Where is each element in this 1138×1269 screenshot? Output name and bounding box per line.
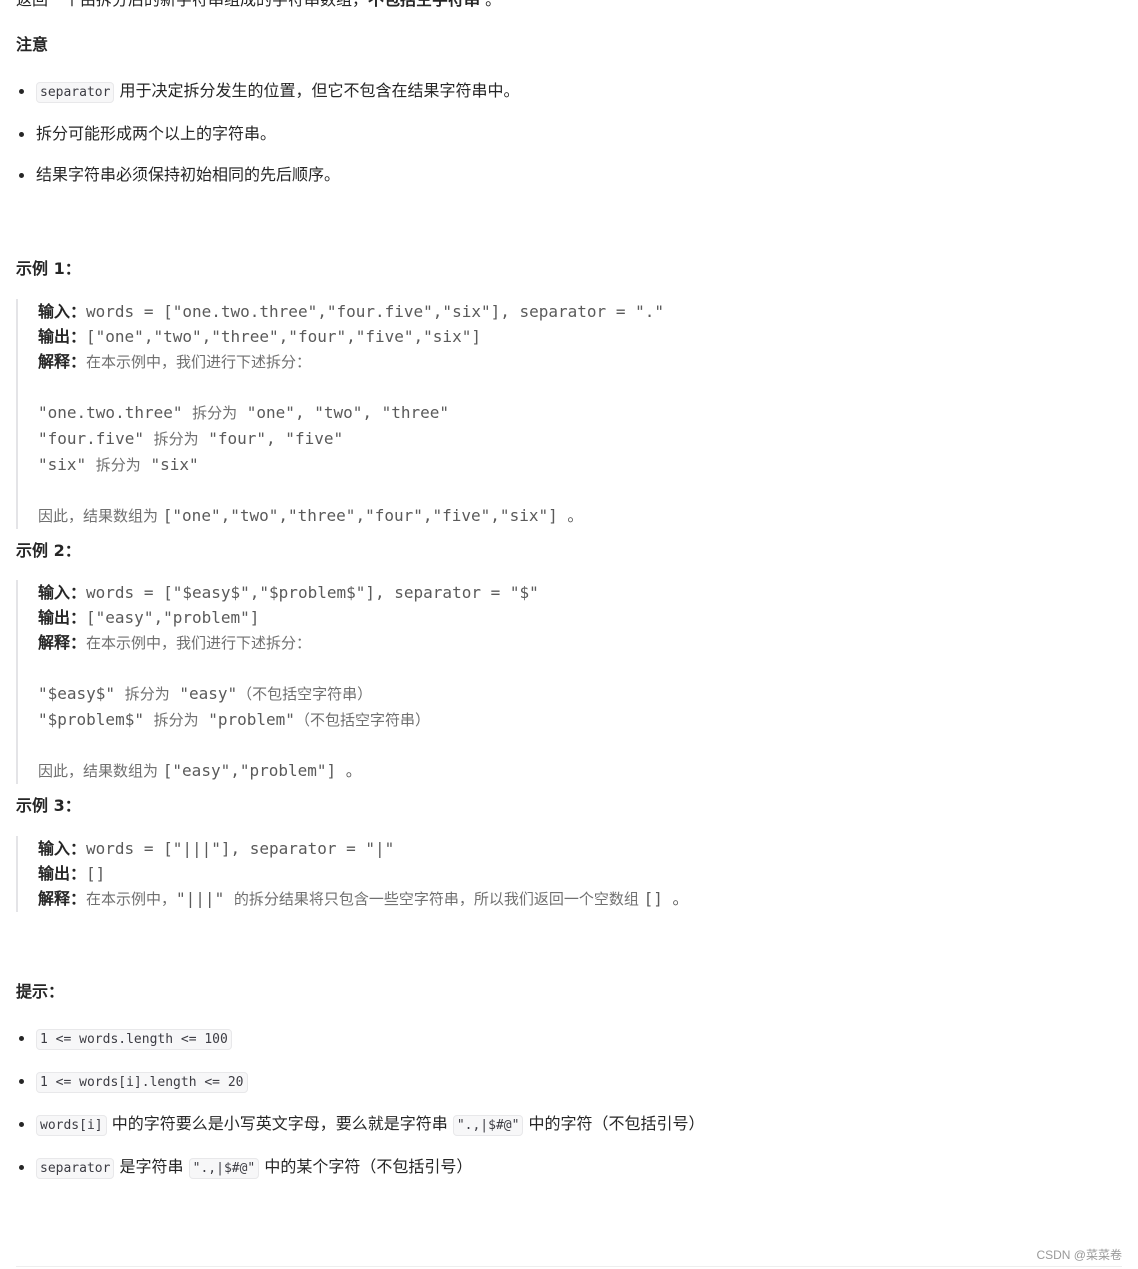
intro-bold: 不包括空字符串 — [368, 0, 480, 9]
list-item-text: 是字符串 — [114, 1157, 189, 1176]
notes-heading: 注意 — [16, 35, 49, 54]
list-item-text: 中的字符（不包括引号） — [523, 1114, 705, 1133]
example-1-heading: 示例 1： — [16, 259, 81, 278]
split-line-verb: 拆分为 — [153, 711, 199, 729]
list-item-text: 结果字符串必须保持初始相同的先后顺序。 — [36, 165, 341, 184]
example-1-block: 输入：words = ["one.two.three","four.five",… — [16, 299, 1116, 529]
output-label: 输出： — [38, 864, 87, 883]
list-item: 拆分可能形成两个以上的字符串。 — [19, 122, 1116, 146]
list-item: 1 <= words[i].length <= 20 — [19, 1069, 1116, 1095]
explain-label: 解释： — [38, 889, 87, 908]
intro-paragraph: 返回一个由拆分后的新字符串组成的字符串数组，不包括空字符串 。 — [16, 0, 1116, 12]
explain-label: 解释： — [38, 633, 87, 652]
hints-list: 1 <= words.length <= 100 1 <= words[i].l… — [16, 1026, 1116, 1181]
example-input: words = ["$easy$","$problem$"], separato… — [86, 583, 539, 602]
example-output: ["one","two","three","four","five","six"… — [86, 327, 481, 346]
split-line-verb: 拆分为 — [153, 430, 199, 448]
explain-code: "|||" — [176, 889, 234, 908]
example-output: [] — [86, 864, 106, 883]
inline-code: words[i] — [36, 1115, 107, 1136]
conclusion-text: 因此，结果数组为 — [38, 762, 163, 780]
list-item-text: 用于决定拆分发生的位置，但它不包含在结果字符串中。 — [114, 81, 520, 100]
example-explain: 在本示例中，我们进行下述拆分： — [86, 634, 312, 652]
conclusion-code: ["easy","problem"] 。 — [162, 761, 362, 780]
input-label: 输入： — [38, 583, 87, 602]
output-label: 输出： — [38, 327, 87, 346]
split-line-source: "four.five" — [38, 429, 154, 448]
inline-code: ".,|$#@" — [452, 1115, 524, 1136]
split-line-result: "one", "two", "three" — [237, 403, 450, 422]
example-2-block: 输入：words = ["$easy$","$problem$"], separ… — [16, 580, 1116, 784]
divider — [16, 1266, 1122, 1267]
split-line-result: "easy" — [169, 684, 238, 703]
notes-list: separator 用于决定拆分发生的位置，但它不包含在结果字符串中。 拆分可能… — [16, 79, 1116, 187]
split-line-verb: 拆分为 — [124, 685, 170, 703]
conclusion-text: 因此，结果数组为 — [38, 507, 163, 525]
split-line-result: "four", "five" — [198, 429, 344, 448]
intro-text: 返回一个由拆分后的新字符串组成的字符串数组， — [16, 0, 368, 9]
watermark: CSDN @菜菜卷 — [1036, 1248, 1122, 1262]
split-line-verb: 拆分为 — [192, 404, 238, 422]
list-item: words[i] 中的字符要么是小写英文字母，要么就是字符串 ".,|$#@" … — [19, 1112, 1116, 1138]
inline-code: ".,|$#@" — [188, 1158, 260, 1179]
explain-label: 解释： — [38, 352, 87, 371]
split-line-source: "$easy$" — [38, 684, 125, 703]
list-item-text: 中的字符要么是小写英文字母，要么就是字符串 — [106, 1114, 453, 1133]
split-line-note: （不包括空字符串） — [294, 711, 430, 729]
inline-code: 1 <= words[i].length <= 20 — [36, 1072, 248, 1093]
example-input: words = ["one.two.three","four.five","si… — [86, 302, 664, 321]
example-explain: 在本示例中， — [86, 890, 177, 908]
hints-heading: 提示： — [16, 982, 65, 1001]
split-line-source: "one.two.three" — [38, 403, 193, 422]
input-label: 输入： — [38, 302, 87, 321]
list-item-text: 拆分可能形成两个以上的字符串。 — [36, 124, 277, 143]
inline-code: separator — [36, 1158, 115, 1179]
example-output: ["easy","problem"] — [86, 608, 260, 627]
inline-code: 1 <= words.length <= 100 — [36, 1029, 232, 1050]
list-item-text: 中的某个字符（不包括引号） — [259, 1157, 473, 1176]
example-explain: 在本示例中，我们进行下述拆分： — [86, 353, 312, 371]
list-item: 结果字符串必须保持初始相同的先后顺序。 — [19, 163, 1116, 187]
problem-content: 返回一个由拆分后的新字符串组成的字符串数组，不包括空字符串 。 注意 separ… — [16, 0, 1116, 1181]
explain-text: 的拆分结果将只包含一些空字符串，所以我们返回一个空数组 — [233, 890, 644, 908]
intro-tail: 。 — [480, 0, 501, 9]
split-line-result: "problem" — [198, 710, 295, 729]
example-2-heading: 示例 2： — [16, 541, 81, 560]
conclusion-code: ["one","two","three","four","five","six"… — [162, 506, 584, 525]
example-3-heading: 示例 3： — [16, 796, 81, 815]
split-line-result: "six" — [140, 455, 199, 474]
inline-code: separator — [36, 82, 115, 103]
split-line-source: "six" — [38, 455, 96, 474]
split-line-note: （不包括空字符串） — [237, 685, 373, 703]
list-item: separator 用于决定拆分发生的位置，但它不包含在结果字符串中。 — [19, 79, 1116, 105]
output-label: 输出： — [38, 608, 87, 627]
example-3-block: 输入：words = ["|||"], separator = "|" 输出：[… — [16, 836, 1116, 912]
split-line-source: "$problem$" — [38, 710, 154, 729]
example-input: words = ["|||"], separator = "|" — [86, 839, 395, 858]
split-line-verb: 拆分为 — [95, 456, 141, 474]
list-item: separator 是字符串 ".,|$#@" 中的某个字符（不包括引号） — [19, 1155, 1116, 1181]
input-label: 输入： — [38, 839, 87, 858]
list-item: 1 <= words.length <= 100 — [19, 1026, 1116, 1052]
explain-tail: [] 。 — [643, 889, 689, 908]
